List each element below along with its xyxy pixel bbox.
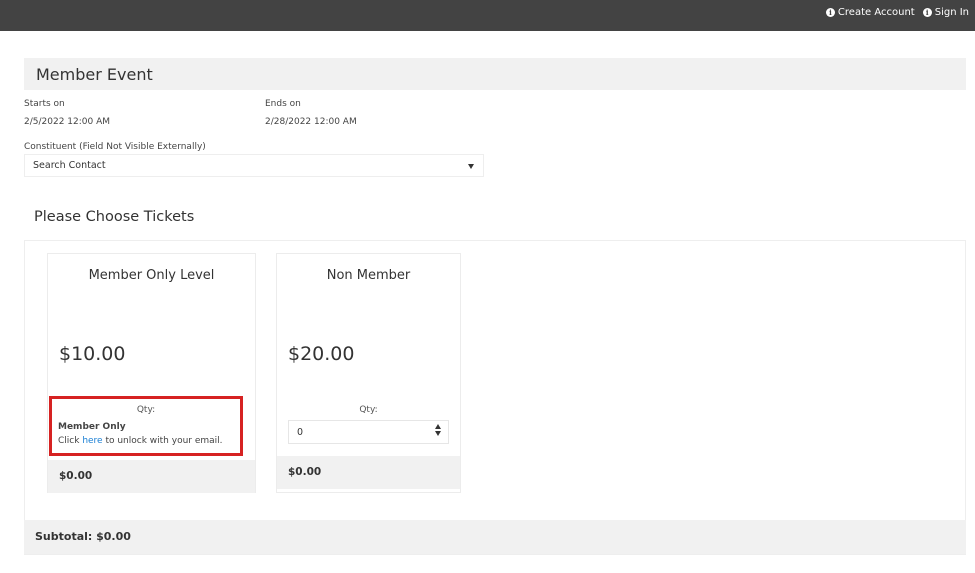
section-title: Please Choose Tickets — [34, 209, 195, 225]
unlock-suffix: to unlock with your email. — [102, 436, 223, 446]
ticket-total: $0.00 — [59, 470, 93, 482]
subtotal-text: Subtotal: $0.00 — [35, 530, 131, 543]
sign-in-link[interactable]: i Sign In — [922, 7, 969, 18]
quantity-stepper[interactable]: 0 — [288, 420, 449, 444]
top-nav-bar: i Create Account i Sign In — [0, 0, 975, 31]
account-links: i Create Account i Sign In — [825, 7, 969, 18]
spinner-buttons[interactable] — [435, 424, 441, 436]
info-icon: i — [922, 8, 932, 17]
ticket-footer: $0.00 — [277, 456, 460, 489]
constituent-select[interactable]: Search Contact — [24, 154, 484, 177]
subtotal-bar: Subtotal: $0.00 — [24, 520, 966, 554]
event-header: Member Event — [24, 58, 966, 90]
unlock-here-link[interactable]: here — [82, 436, 102, 446]
unlock-prefix: Click — [58, 436, 83, 446]
member-only-notice: Qty: Member Only Click here to unlock wi… — [49, 396, 243, 456]
ticket-name: Member Only Level — [88, 268, 215, 283]
create-account-link[interactable]: i Create Account — [825, 7, 915, 18]
ticket-price: $20.00 — [288, 343, 355, 365]
member-only-label: Member Only — [58, 422, 126, 432]
quantity-value: 0 — [297, 427, 304, 438]
ends-value: 2/28/2022 12:00 AM — [265, 117, 357, 127]
constituent-label: Constituent (Field Not Visible Externall… — [24, 142, 206, 152]
ticket-price: $10.00 — [59, 343, 126, 365]
qty-label: Qty: — [136, 405, 156, 415]
qty-label: Qty: — [359, 405, 378, 415]
constituent-select-value: Search Contact — [33, 160, 106, 171]
ends-label: Ends on — [265, 99, 301, 109]
event-title: Member Event — [36, 65, 153, 84]
ticket-card-non-member: Non Member $20.00 Qty: $0.00 — [276, 253, 461, 493]
increment-arrow-icon[interactable] — [435, 424, 441, 429]
unlock-message: Click here to unlock with your email. — [58, 436, 223, 446]
decrement-arrow-icon[interactable] — [435, 431, 441, 436]
starts-label: Starts on — [24, 99, 65, 109]
caret-down-icon — [468, 164, 474, 169]
create-account-label: Create Account — [837, 7, 915, 18]
sign-in-label: Sign In — [934, 7, 969, 18]
info-icon: i — [825, 8, 835, 17]
ticket-footer: $0.00 — [48, 460, 255, 493]
ticket-total: $0.00 — [288, 466, 322, 478]
ticket-card-member: Member Only Level $10.00 $0.00 — [47, 253, 256, 493]
starts-value: 2/5/2022 12:00 AM — [24, 117, 111, 127]
ticket-name: Non Member — [326, 268, 411, 283]
